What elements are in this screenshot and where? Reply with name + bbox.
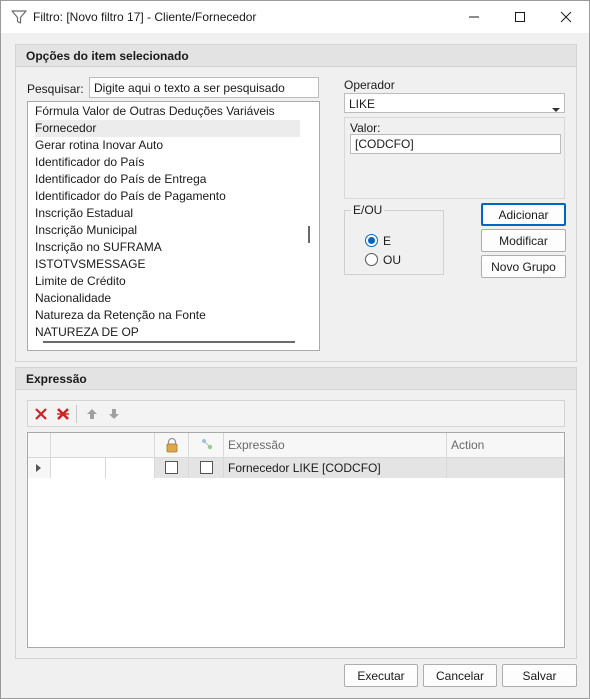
value-input[interactable]: [CODCFO]	[350, 134, 561, 154]
add-button[interactable]: Adicionar	[481, 203, 566, 226]
field-list-item[interactable]: Fórmula Valor de Outras Deduções Variáve…	[35, 103, 300, 120]
cancel-button[interactable]: Cancelar	[423, 664, 497, 687]
row-link-checkbox[interactable]	[200, 461, 213, 474]
value-group: Valor: [CODCFO]	[344, 117, 565, 199]
arrow-up-icon[interactable]	[84, 406, 100, 422]
field-list-item[interactable]: Nacionalidade	[35, 290, 300, 307]
options-panel: Opções do item selecionado Pesquisar: Di…	[15, 44, 577, 362]
expression-panel: Expressão Expressão Action Fornecedor LI…	[15, 367, 577, 659]
options-panel-header: Opções do item selecionado	[16, 45, 576, 67]
filter-icon	[11, 9, 27, 25]
maximize-icon	[515, 12, 525, 22]
field-list-item[interactable]: Fornecedor	[35, 120, 300, 137]
window-title: Filtro: [Novo filtro 17] - Cliente/Forne…	[33, 10, 257, 24]
grid-header-indicator	[28, 433, 51, 458]
row-lock-checkbox[interactable]	[165, 461, 178, 474]
expression-panel-header: Expressão	[16, 368, 576, 390]
maximize-button[interactable]	[497, 1, 543, 33]
arrow-down-icon[interactable]	[106, 406, 122, 422]
row-lock-cell	[155, 458, 189, 478]
grid-header-expression[interactable]: Expressão	[224, 433, 447, 458]
execute-button[interactable]: Executar	[344, 664, 418, 687]
minimize-button[interactable]	[451, 1, 497, 33]
close-button[interactable]	[543, 1, 589, 33]
row-cell-blank-2[interactable]	[106, 458, 155, 478]
field-list-item[interactable]: Inscrição Municipal	[35, 222, 300, 239]
minimize-icon	[469, 16, 479, 18]
grid-header-link[interactable]	[189, 433, 224, 458]
radio-ou-label: OU	[383, 253, 401, 267]
row-cell-blank-1[interactable]	[51, 458, 106, 478]
horizontal-scrollbar[interactable]	[43, 341, 295, 343]
modify-button[interactable]: Modificar	[481, 229, 566, 252]
expression-grid: Expressão Action Fornecedor LIKE [CODCFO…	[27, 432, 565, 648]
field-list-item[interactable]: Identificador do País de Entrega	[35, 171, 300, 188]
expression-toolbar	[27, 400, 565, 427]
operator-select[interactable]: LIKE	[344, 93, 565, 113]
field-list-item[interactable]: Gerar rotina Inovar Auto	[35, 137, 300, 154]
filter-dialog: Filtro: [Novo filtro 17] - Cliente/Forne…	[0, 0, 590, 699]
eou-group: E/OU E OU	[344, 203, 444, 275]
row-indicator[interactable]	[28, 458, 51, 478]
row-pointer-icon	[36, 464, 41, 472]
field-list-item[interactable]: Inscrição Estadual	[35, 205, 300, 222]
field-list-item[interactable]: Natureza da Retenção na Fonte	[35, 307, 300, 324]
delete-all-icon[interactable]	[55, 406, 71, 422]
title-bar: Filtro: [Novo filtro 17] - Cliente/Forne…	[1, 1, 589, 33]
operator-label: Operador	[344, 78, 395, 92]
vertical-scrollbar[interactable]	[308, 226, 310, 243]
toolbar-separator	[76, 405, 77, 423]
grid-header-blank	[51, 433, 155, 458]
operator-value: LIKE	[349, 97, 376, 111]
radio-ou[interactable]	[365, 253, 378, 266]
close-icon	[560, 11, 572, 23]
field-list-item[interactable]: Identificador do País	[35, 154, 300, 171]
search-input[interactable]: Digite aqui o texto a ser pesquisado	[89, 77, 319, 98]
field-list-item[interactable]: Identificador do País de Pagamento	[35, 188, 300, 205]
save-button[interactable]: Salvar	[502, 664, 577, 687]
chevron-down-icon	[552, 102, 560, 116]
new-group-button[interactable]: Novo Grupo	[481, 255, 566, 278]
link-icon	[202, 439, 213, 450]
field-list[interactable]: Fórmula Valor de Outras Deduções Variáve…	[27, 101, 320, 351]
row-link-cell	[189, 458, 224, 478]
grid-header-lock[interactable]	[155, 433, 189, 458]
field-list-item[interactable]: Inscrição no SUFRAMA	[35, 239, 300, 256]
value-label: Valor:	[350, 121, 381, 135]
field-list-item[interactable]: Limite de Crédito	[35, 273, 300, 290]
field-list-item[interactable]: NATUREZA DE OP	[35, 324, 300, 341]
delete-icon[interactable]	[33, 406, 49, 422]
lock-icon	[166, 437, 178, 453]
search-label: Pesquisar:	[27, 82, 84, 96]
row-expression[interactable]: Fornecedor LIKE [CODCFO]	[224, 458, 447, 478]
radio-e-label: E	[383, 234, 392, 248]
grid-header-action[interactable]: Action	[447, 433, 564, 458]
eou-label: E/OU	[351, 203, 385, 217]
field-list-item[interactable]: ISTOTVSMESSAGE	[35, 256, 300, 273]
row-action[interactable]	[447, 458, 564, 478]
radio-e[interactable]	[365, 234, 378, 247]
